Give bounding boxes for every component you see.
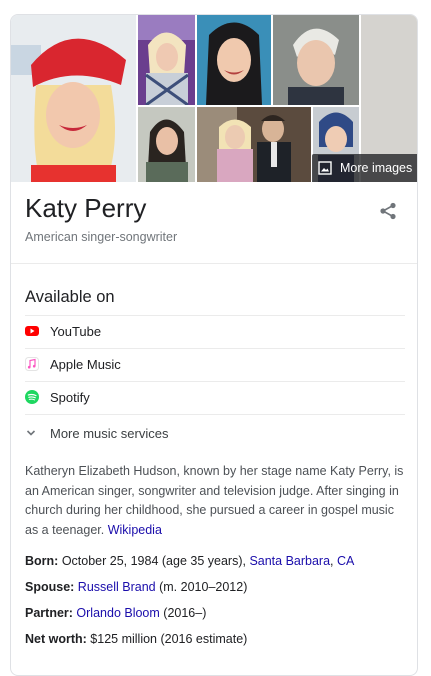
service-label: Apple Music [50,356,121,372]
knowledge-panel: More images Katy Perry American singer-s… [10,14,418,676]
entity-description: Katheryn Elizabeth Hudson, known by her … [25,462,410,540]
divider [25,414,405,415]
more-music-services-label: More music services [50,425,169,441]
fact-born: Born: October 25, 1984 (age 35 years), S… [25,554,354,568]
service-spotify[interactable]: Spotify [25,381,405,413]
description-text: Katheryn Elizabeth Hudson, known by her … [25,464,404,537]
photo-thumbnail[interactable] [138,107,195,182]
fact-label: Partner: [25,606,73,620]
more-images-label: More images [340,161,413,175]
fact-value: (m. 2010–2012) [159,580,248,594]
service-label: Spotify [50,389,90,405]
divider [11,263,417,264]
fact-value: October 25, 1984 (age 35 years), [61,554,246,568]
photo-thumbnail[interactable] [197,15,271,105]
fact-value: (2016–) [163,606,207,620]
entity-subtitle: American singer-songwriter [25,230,178,244]
state-link[interactable]: CA [337,554,354,568]
fact-label: Born: [25,554,59,568]
fact-net-worth: Net worth: $125 million (2016 estimate) [25,632,247,646]
entity-title: Katy Perry [25,193,147,223]
share-icon[interactable] [379,202,397,220]
fact-separator: , [330,554,334,568]
image-collage: More images [11,15,417,182]
main-photo[interactable] [11,15,136,182]
photo-thumbnail[interactable] [197,107,311,182]
photo-thumbnail[interactable] [138,15,195,105]
service-apple-music[interactable]: Apple Music [25,348,405,380]
partner-link[interactable]: Orlando Bloom [76,606,159,620]
apple-music-icon [25,357,39,371]
service-youtube[interactable]: YouTube [25,315,405,347]
fact-spouse: Spouse: Russell Brand (m. 2010–2012) [25,580,247,594]
more-music-services-button[interactable]: More music services [25,421,168,445]
wikipedia-link[interactable]: Wikipedia [108,523,162,537]
image-icon [318,161,332,175]
spotify-icon [25,390,39,404]
fact-partner: Partner: Orlando Bloom (2016–) [25,606,206,620]
more-images-button[interactable]: More images [312,154,417,182]
fact-label: Spouse: [25,580,75,594]
available-on-heading: Available on [25,288,115,306]
service-label: YouTube [50,323,102,339]
spouse-link[interactable]: Russell Brand [78,580,156,594]
fact-label: Net worth: [25,632,87,646]
birthplace-link[interactable]: Santa Barbara [249,554,330,568]
fact-value: $125 million (2016 estimate) [90,632,248,646]
photo-thumbnail[interactable] [273,15,359,105]
youtube-icon [25,326,39,336]
chevron-down-icon [26,430,36,436]
